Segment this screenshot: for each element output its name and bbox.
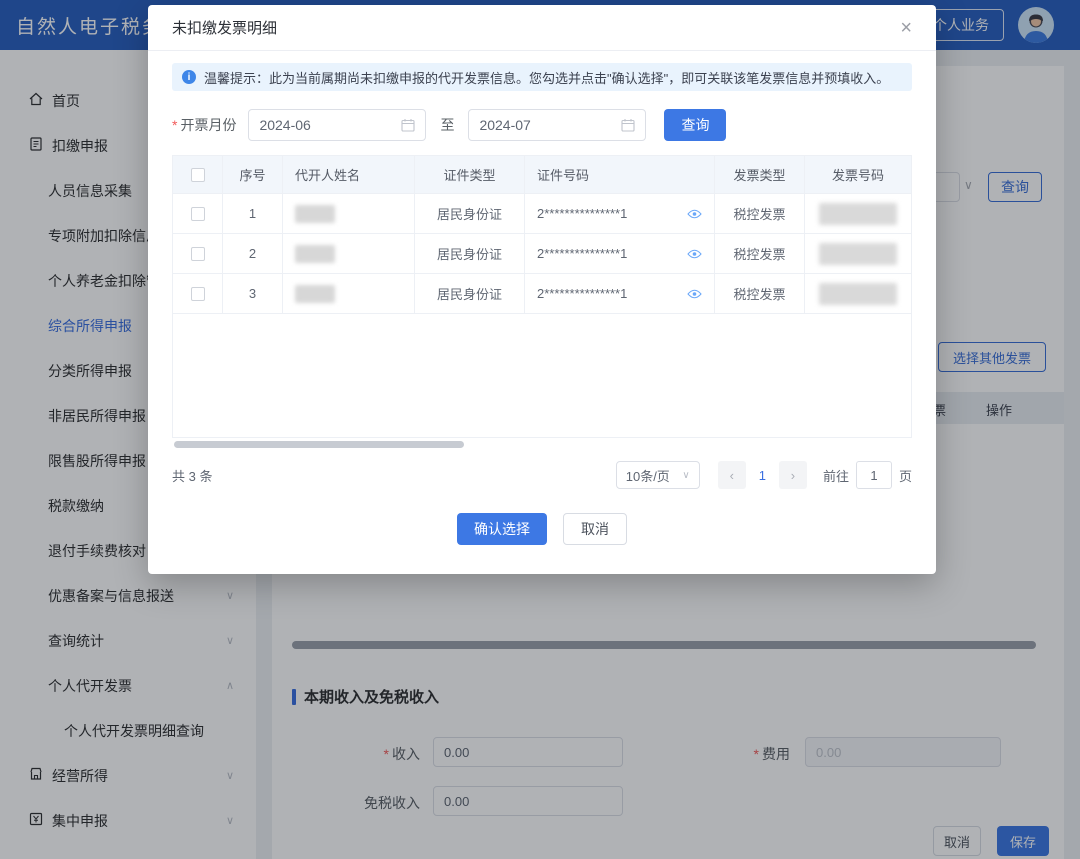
calendar-icon — [621, 118, 635, 132]
info-icon: i — [182, 70, 196, 84]
redacted-name — [295, 205, 335, 223]
redacted-name — [295, 245, 335, 263]
redacted-invoice-number — [819, 203, 897, 225]
pagination: 10条/页 ∨ ‹ 1 › 前往 页 — [616, 461, 912, 489]
next-page-button[interactable]: › — [779, 461, 807, 489]
page-size-value: 10条/页 — [626, 466, 670, 485]
table-row: 3 居民身份证 2***************1 税控发票 — [173, 274, 911, 314]
table-horizontal-scrollbar — [172, 441, 912, 449]
select-all-cell — [173, 156, 223, 193]
col-id-type: 证件类型 — [415, 156, 525, 193]
calendar-icon — [401, 118, 415, 132]
modal-cancel-button[interactable]: 取消 — [563, 513, 627, 545]
invoice-table: 序号 代开人姓名 证件类型 证件号码 发票类型 发票号码 1 居民身份证 2**… — [172, 155, 912, 438]
col-invoice-type: 发票类型 — [715, 156, 805, 193]
row-checkbox[interactable] — [191, 247, 205, 261]
col-id-number: 证件号码 — [525, 156, 715, 193]
row-index: 2 — [223, 234, 283, 273]
table-row: 2 居民身份证 2***************1 税控发票 — [173, 234, 911, 274]
tip-banner: i 温馨提示：此为当前属期尚未扣缴申报的代开发票信息。您勾选并点击"确认选择"，… — [172, 63, 912, 91]
table-header-row: 序号 代开人姓名 证件类型 证件号码 发票类型 发票号码 — [173, 156, 911, 194]
close-icon[interactable]: × — [900, 18, 912, 38]
row-index: 3 — [223, 274, 283, 313]
eye-icon[interactable] — [687, 209, 702, 219]
modal-header: 未扣缴发票明细 × — [148, 5, 936, 51]
tip-text: 温馨提示：此为当前属期尚未扣缴申报的代开发票信息。您勾选并点击"确认选择"，即可… — [204, 68, 889, 87]
invoice-month-label: *开票月份 — [172, 115, 236, 135]
page-unit: 页 — [899, 466, 912, 485]
row-invoice-type: 税控发票 — [715, 274, 805, 313]
row-invoice-type: 税控发票 — [715, 234, 805, 273]
goto-page-input[interactable] — [856, 461, 892, 489]
confirm-select-button[interactable]: 确认选择 — [457, 513, 547, 545]
row-index: 1 — [223, 194, 283, 233]
modal-title: 未扣缴发票明细 — [172, 17, 277, 38]
row-checkbox[interactable] — [191, 207, 205, 221]
table-empty-area — [173, 314, 911, 437]
row-id-number: 2***************1 — [537, 246, 627, 261]
chevron-down-icon: ∨ — [682, 470, 689, 481]
modal-search-button[interactable]: 查询 — [664, 109, 726, 141]
invoice-month-filter-row: *开票月份 至 查询 — [172, 109, 912, 141]
row-id-type: 居民身份证 — [415, 274, 525, 313]
goto-label: 前往 — [823, 466, 849, 485]
redacted-invoice-number — [819, 283, 897, 305]
redacted-name — [295, 285, 335, 303]
row-invoice-type: 税控发票 — [715, 194, 805, 233]
row-id-type: 居民身份证 — [415, 194, 525, 233]
modal-body: i 温馨提示：此为当前属期尚未扣缴申报的代开发票信息。您勾选并点击"确认选择"，… — [148, 51, 936, 574]
row-id-number: 2***************1 — [537, 286, 627, 301]
select-all-checkbox[interactable] — [191, 168, 205, 182]
page-size-select[interactable]: 10条/页 ∨ — [616, 461, 700, 489]
eye-icon[interactable] — [687, 289, 702, 299]
date-to-input[interactable] — [479, 117, 589, 133]
current-page: 1 — [759, 468, 766, 483]
required-asterisk: * — [172, 117, 177, 133]
col-index: 序号 — [223, 156, 283, 193]
modal-actions: 确认选择 取消 — [172, 513, 912, 545]
scrollbar-thumb[interactable] — [174, 441, 464, 448]
prev-page-button[interactable]: ‹ — [718, 461, 746, 489]
table-row: 1 居民身份证 2***************1 税控发票 — [173, 194, 911, 234]
unwithheld-invoice-modal: 未扣缴发票明细 × i 温馨提示：此为当前属期尚未扣缴申报的代开发票信息。您勾选… — [148, 5, 936, 574]
date-to-field[interactable] — [468, 109, 646, 141]
row-id-number: 2***************1 — [537, 206, 627, 221]
date-from-field[interactable] — [248, 109, 426, 141]
total-count: 共 3 条 — [172, 466, 212, 485]
col-invoice-number: 发票号码 — [805, 156, 911, 193]
row-id-type: 居民身份证 — [415, 234, 525, 273]
eye-icon[interactable] — [687, 249, 702, 259]
date-from-input[interactable] — [259, 117, 369, 133]
col-name: 代开人姓名 — [283, 156, 415, 193]
row-checkbox[interactable] — [191, 287, 205, 301]
app-root: 自然人电子税务局 个人业务 首页 扣缴申报 人员信息采集 专项附加扣除信息采集 — [0, 0, 1080, 859]
redacted-invoice-number — [819, 243, 897, 265]
to-word: 至 — [440, 115, 454, 135]
table-footer: 共 3 条 10条/页 ∨ ‹ 1 › 前往 页 — [172, 461, 912, 489]
